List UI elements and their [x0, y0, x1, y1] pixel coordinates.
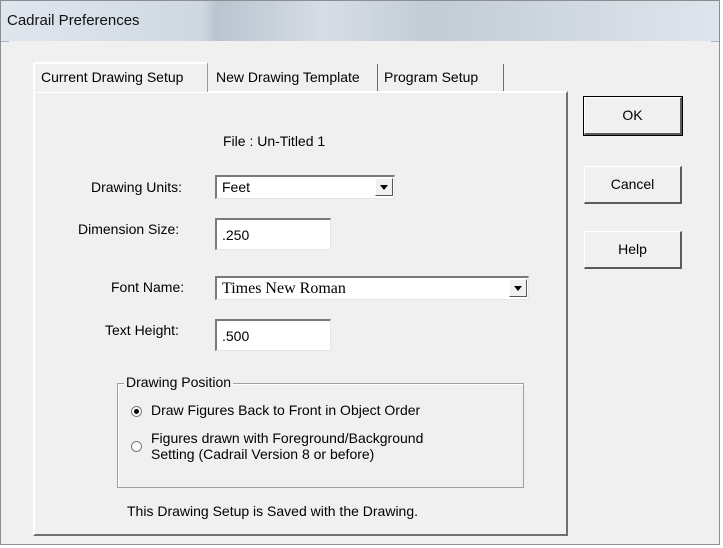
drawing-units-label: Drawing Units:	[91, 179, 183, 195]
file-label: File : Un-Titled 1	[223, 133, 326, 149]
tab-current-drawing-setup[interactable]: Current Drawing Setup	[33, 62, 208, 92]
preferences-dialog: Cadrail Preferences Current Drawing Setu…	[0, 0, 720, 545]
text-height-field[interactable]: .500	[215, 319, 331, 351]
foreground-background-radio[interactable]	[131, 441, 142, 452]
dimension-size-field[interactable]: .250	[215, 218, 331, 250]
dialog-body: Current Drawing Setup New Drawing Templa…	[9, 41, 711, 536]
back-to-front-radio[interactable]	[131, 406, 142, 417]
tab-panel-current-drawing-setup: File : Un-Titled 1 Drawing Units: Feet D…	[33, 91, 568, 536]
setup-saved-note: This Drawing Setup is Saved with the Dra…	[127, 503, 419, 519]
drawing-units-value: Feet	[222, 179, 251, 195]
dimension-size-label: Dimension Size:	[78, 221, 180, 237]
font-name-label: Font Name:	[111, 279, 185, 295]
chevron-down-icon[interactable]	[375, 178, 393, 196]
chevron-down-icon[interactable]	[509, 279, 527, 297]
foreground-background-label-line1[interactable]: Figures drawn with Foreground/Background	[151, 430, 423, 446]
font-name-select[interactable]: Times New Roman	[215, 276, 529, 300]
cancel-button[interactable]: Cancel	[584, 166, 682, 204]
tab-new-drawing-template[interactable]: New Drawing Template	[210, 64, 378, 92]
drawing-units-select[interactable]: Feet	[215, 175, 395, 199]
tab-program-setup[interactable]: Program Setup	[378, 64, 504, 92]
drawing-position-legend: Drawing Position	[124, 374, 234, 390]
drawing-position-group: Drawing Position Draw Figures Back to Fr…	[117, 374, 524, 488]
help-button[interactable]: Help	[584, 231, 682, 269]
foreground-background-label-line2[interactable]: Setting (Cadrail Version 8 or before)	[151, 446, 374, 462]
title-bar[interactable]: Cadrail Preferences	[1, 1, 719, 42]
window-title: Cadrail Preferences	[7, 12, 140, 29]
font-name-value: Times New Roman	[222, 280, 346, 297]
back-to-front-label[interactable]: Draw Figures Back to Front in Object Ord…	[151, 402, 420, 418]
ok-button[interactable]: OK	[583, 96, 683, 136]
text-height-label: Text Height:	[105, 322, 179, 338]
